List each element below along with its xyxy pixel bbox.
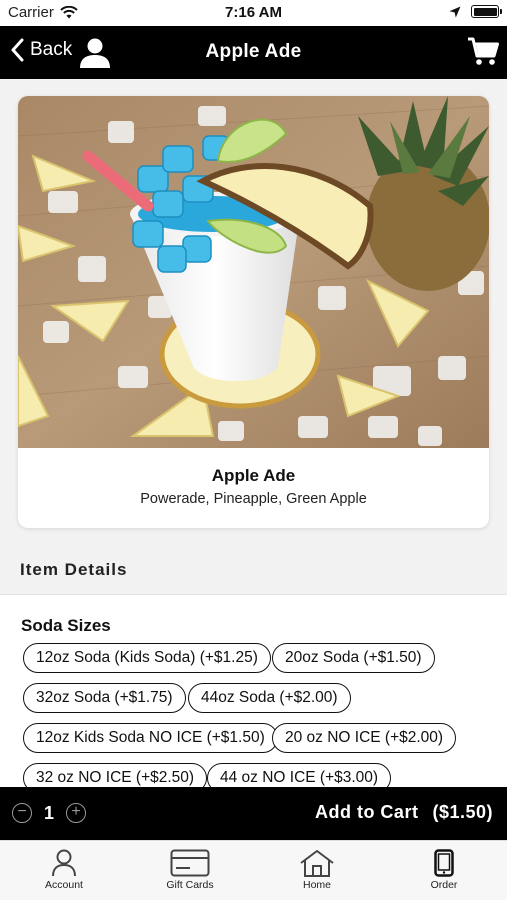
person-icon (52, 849, 76, 877)
add-to-cart-bar: − 1 + Add to Cart ($1.50) (0, 787, 507, 840)
add-to-cart-label: Add to Cart (314, 802, 419, 822)
quantity-decrease-button[interactable]: − (12, 803, 32, 823)
tab-gift-cards-label: Gift Cards (166, 879, 214, 891)
size-option-44oz[interactable]: 44oz Soda (+$2.00) (188, 683, 351, 713)
tab-home[interactable]: Home (267, 849, 367, 891)
status-bar: Carrier 7:16 AM (0, 0, 507, 26)
size-option-32oz-no-ice[interactable]: 32 oz NO ICE (+$2.50) (23, 763, 208, 787)
tab-order[interactable]: Order (394, 849, 494, 891)
size-option-12oz-kids-no-ice[interactable]: 12oz Kids Soda NO ICE (+$1.50) (23, 723, 278, 753)
size-option-44oz-no-ice[interactable]: 44 oz NO ICE (+$3.00) (207, 763, 392, 787)
size-option-12oz-kids[interactable]: 12oz Soda (Kids Soda) (+$1.25) (23, 643, 271, 673)
home-icon (300, 850, 334, 877)
add-to-cart-button[interactable]: Add to Cart ($1.50) (315, 802, 493, 823)
product-description: Powerade, Pineapple, Green Apple (140, 491, 367, 507)
soda-sizes-title: Soda Sizes (21, 616, 111, 635)
quantity-value: 1 (44, 803, 55, 823)
tab-gift-cards[interactable]: Gift Cards (140, 849, 240, 891)
product-name: Apple Ade (211, 466, 296, 485)
location-arrow-icon (449, 6, 461, 17)
tab-account-label: Account (45, 879, 83, 891)
tab-bar: Account Gift Cards Home Order (0, 840, 507, 900)
size-option-20oz-no-ice[interactable]: 20 oz NO ICE (+$2.00) (272, 723, 457, 753)
phone-icon (434, 849, 454, 877)
quantity-increase-button[interactable]: + (66, 803, 86, 823)
battery-icon (471, 5, 502, 18)
product-card: Apple Ade Powerade, Pineapple, Green App… (18, 96, 489, 528)
content-scroll[interactable]: Apple Ade Powerade, Pineapple, Green App… (0, 79, 507, 787)
tab-order-label: Order (430, 879, 458, 891)
navigation-bar: Back Apple Ade (0, 26, 507, 79)
size-option-32oz[interactable]: 32oz Soda (+$1.75) (23, 683, 186, 713)
shopping-cart-icon[interactable] (467, 37, 499, 67)
size-option-20oz[interactable]: 20oz Soda (+$1.50) (272, 643, 435, 673)
item-details-heading: Item Details (20, 560, 128, 579)
product-image (18, 96, 489, 448)
page-title: Apple Ade (205, 41, 302, 62)
gift-card-icon (170, 849, 210, 877)
tab-account[interactable]: Account (14, 849, 114, 891)
status-time: 7:16 AM (225, 4, 282, 21)
options-panel: Soda Sizes 12oz Soda (Kids Soda) (+$1.25… (0, 594, 507, 787)
add-to-cart-price: ($1.50) (432, 802, 493, 822)
tab-home-label: Home (302, 879, 331, 891)
